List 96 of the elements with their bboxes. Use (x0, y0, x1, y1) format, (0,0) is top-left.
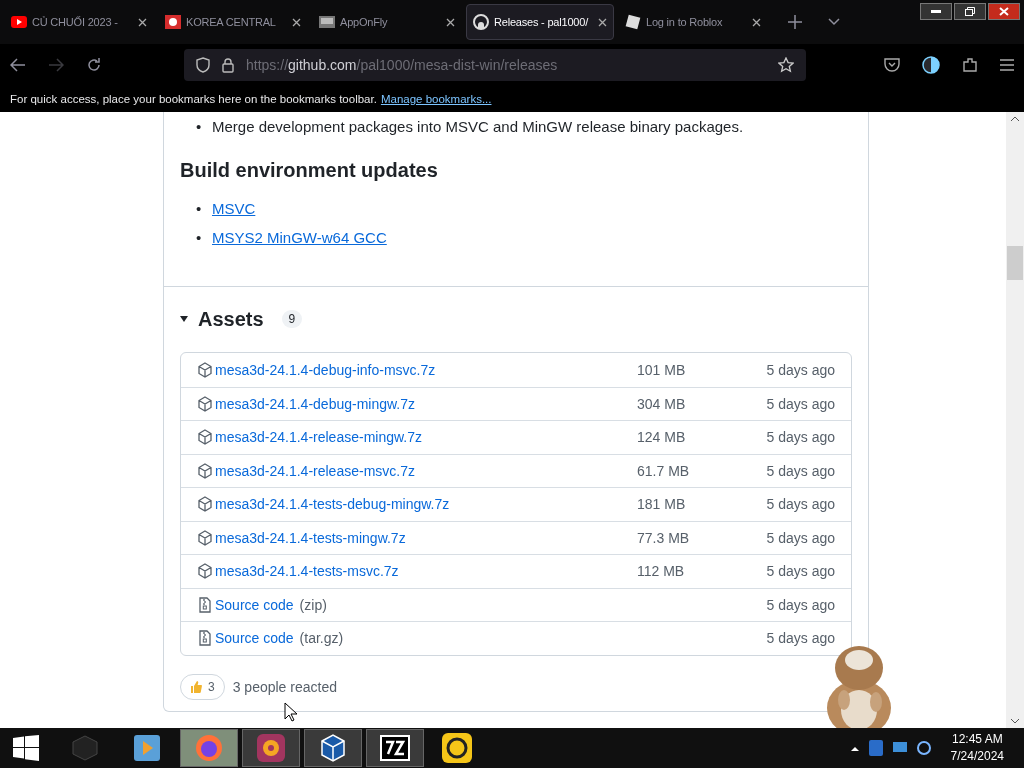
asset-link[interactable]: Source code (tar.gz) (197, 630, 637, 647)
asset-link[interactable]: mesa3d-24.1.4-tests-mingw.7z (197, 529, 637, 546)
section-heading: Build environment updates (180, 159, 439, 182)
archive-icon[interactable] (380, 735, 410, 761)
close-icon[interactable] (138, 17, 147, 27)
asset-link[interactable]: mesa3d-24.1.4-tests-debug-mingw.7z (197, 496, 637, 513)
asset-link[interactable]: mesa3d-24.1.4-release-mingw.7z (197, 429, 637, 446)
asset-link[interactable]: mesa3d-24.1.4-tests-msvc.7z (197, 563, 637, 580)
pocket-icon[interactable] (884, 58, 900, 72)
file-size: 61.7 MB (637, 462, 691, 479)
assets-heading: Assets (198, 307, 264, 331)
scroll-up-icon[interactable] (1011, 116, 1019, 122)
restore-icon (965, 7, 975, 16)
zip-file-icon (197, 630, 213, 647)
close-icon[interactable] (292, 17, 301, 27)
file-size: 112 MB (637, 563, 686, 580)
scrollbar[interactable] (1006, 112, 1024, 728)
manage-bookmarks-link[interactable]: Manage bookmarks... (380, 93, 492, 105)
asset-age: 5 days ago (765, 630, 835, 647)
close-icon[interactable] (752, 17, 761, 27)
file-size: 304 MB (637, 395, 687, 412)
package-icon (197, 496, 213, 513)
asset-link[interactable]: mesa3d-24.1.4-release-msvc.7z (197, 462, 637, 479)
close-button[interactable] (988, 3, 1020, 20)
cube-icon[interactable] (319, 733, 347, 763)
new-tab-icon[interactable] (788, 15, 802, 29)
shield-icon (196, 57, 210, 73)
bullet-text: Merge development packages into MSVC and MinGW release binary packages. (212, 117, 744, 137)
asset-age: 5 days ago (765, 563, 835, 580)
network-icon[interactable] (892, 742, 907, 754)
link[interactable]: MSVC (212, 194, 256, 223)
taskbar-app[interactable] (304, 729, 362, 767)
star-icon[interactable] (778, 57, 794, 73)
minimize-button[interactable] (920, 3, 952, 20)
restore-button[interactable] (954, 3, 986, 20)
menu-icon[interactable] (1000, 59, 1014, 71)
scroll-down-icon[interactable] (1011, 718, 1019, 724)
assets-count: 9 (281, 310, 303, 328)
flag-icon (165, 15, 181, 29)
video-icon (11, 16, 27, 28)
extensions-icon[interactable] (962, 57, 978, 73)
package-icon (197, 395, 213, 412)
tray-app-icon[interactable] (868, 740, 883, 756)
mouse-pointer-icon (284, 702, 298, 722)
clock[interactable]: 12:45 AM 7/24/2024 (950, 731, 1004, 765)
file-size: 124 MB (637, 429, 687, 446)
chevron-up-icon[interactable] (850, 745, 859, 751)
chevron-down-icon[interactable] (828, 18, 840, 26)
browser-tab[interactable]: Log in to Roblox (618, 4, 768, 40)
minimize-icon (931, 10, 941, 13)
zip-file-icon (197, 596, 213, 613)
package-icon (197, 462, 213, 479)
scroll-thumb[interactable] (1007, 246, 1023, 280)
browser-tab[interactable]: CỦ CHUỐI 2023 - (4, 4, 154, 40)
back-icon[interactable] (10, 58, 26, 72)
disclosure-triangle-icon[interactable] (180, 315, 188, 323)
package-icon (197, 563, 213, 580)
asset-age: 5 days ago (765, 529, 835, 546)
tile-icon (625, 14, 641, 30)
asset-link[interactable]: mesa3d-24.1.4-debug-mingw.7z (197, 395, 637, 412)
package-icon (197, 529, 213, 546)
thumbs-up-icon (190, 680, 202, 693)
asset-age: 5 days ago (765, 462, 835, 479)
browser-tab[interactable]: AppOnFly (312, 4, 462, 40)
file-size: 181 MB (637, 496, 687, 513)
asset-link[interactable]: mesa3d-24.1.4-debug-info-msvc.7z (197, 361, 637, 378)
bullet-marker: • (196, 199, 203, 219)
contrast-icon[interactable] (922, 56, 940, 74)
screen-icon (319, 16, 335, 28)
bookmarks-message: For quick access, place your bookmarks here on the bookmarks toolbar. (10, 93, 377, 105)
asset-age: 5 days ago (765, 596, 835, 613)
address-field[interactable]: https://github.com/pal1000/mesa-dist-win/releases (184, 49, 806, 81)
reaction-button[interactable]: 3 (180, 673, 225, 700)
asset-age: 5 days ago (765, 429, 835, 446)
bullet-marker: • (196, 228, 203, 248)
speaker-icon[interactable] (916, 740, 931, 756)
package-icon (197, 361, 213, 378)
asset-age: 5 days ago (765, 496, 835, 513)
close-icon[interactable] (446, 17, 455, 27)
taskbar-app[interactable] (366, 729, 424, 767)
reaction-summary: 3 people reacted (232, 678, 337, 695)
link[interactable]: MSYS2 MinGW-w64 GCC (212, 223, 387, 252)
bullet-marker: • (196, 117, 203, 137)
file-size: 77.3 MB (637, 529, 691, 546)
asset-age: 5 days ago (765, 395, 835, 412)
windows-icon (13, 735, 39, 761)
close-icon (999, 7, 1009, 16)
package-icon (197, 429, 213, 446)
asset-age: 5 days ago (765, 361, 835, 378)
lock-icon (222, 57, 234, 73)
asset-link[interactable]: Source code (zip) (197, 596, 637, 613)
close-icon[interactable] (598, 17, 607, 27)
browser-tab[interactable]: Releases - pal1000/ (466, 4, 614, 40)
browser-tab[interactable]: KOREA CENTRAL (158, 4, 308, 40)
reload-icon[interactable] (86, 57, 102, 73)
file-size: 101 MB (637, 361, 687, 378)
